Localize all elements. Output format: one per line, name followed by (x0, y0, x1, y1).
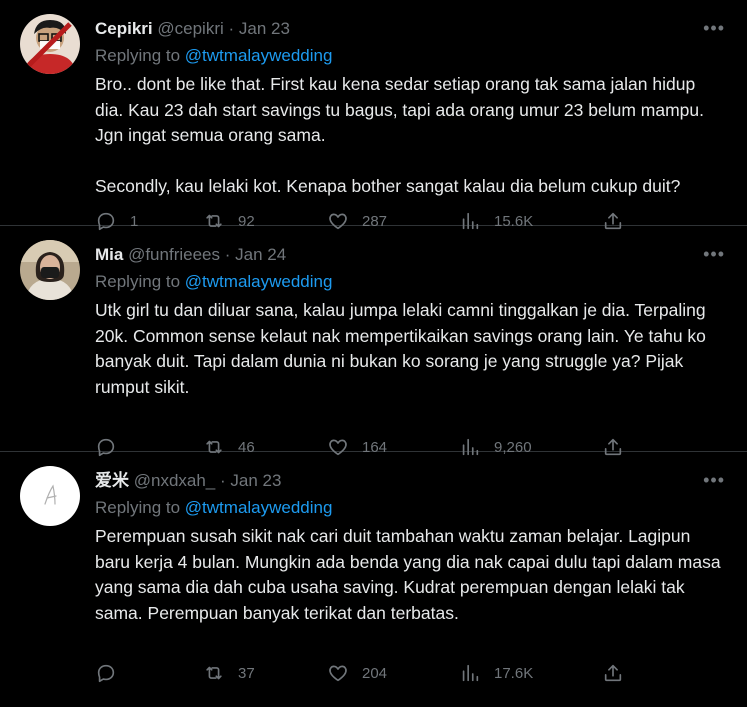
retweet-button[interactable]: 37 (203, 662, 255, 684)
username[interactable]: @funfrieees (128, 245, 220, 264)
replying-to-prefix: Replying to (95, 46, 181, 65)
tweet-paragraph: Perempuan susah sikit nak cari duit tamb… (95, 526, 721, 623)
replying-to-prefix: Replying to (95, 272, 181, 291)
more-icon[interactable]: ••• (703, 18, 725, 39)
tweet-text: Bro.. dont be like that. First kau kena … (95, 72, 725, 199)
tweet-header: Mia @funfrieees · Jan 24 (95, 244, 286, 266)
replying-to-link[interactable]: @twtmalaywedding (185, 46, 333, 65)
tweet-paragraph: Utk girl tu dan diluar sana, kalau jumpa… (95, 300, 706, 397)
replying-to: Replying to @twtmalaywedding (95, 45, 332, 67)
replying-to-prefix: Replying to (95, 498, 181, 517)
retweet-count: 37 (238, 664, 255, 682)
avatar[interactable] (20, 240, 80, 300)
separator: · (220, 471, 226, 490)
tweet-text: Utk girl tu dan diluar sana, kalau jumpa… (95, 298, 725, 400)
tweet-paragraph: Bro.. dont be like that. First kau kena … (95, 74, 704, 145)
separator: · (228, 19, 235, 38)
display-name[interactable]: 爱米 (95, 471, 129, 490)
views-button[interactable]: 17.6K (459, 662, 533, 684)
tweet[interactable]: Mia @funfrieees · Jan 24 ••• Replying to… (0, 226, 747, 457)
retweet-icon (206, 666, 222, 680)
more-icon[interactable]: ••• (703, 470, 725, 491)
tweet-date[interactable]: Jan 24 (235, 245, 286, 264)
comment-icon (97, 664, 115, 683)
tweet[interactable]: Cepikri @cepikri · Jan 23 ••• Replying t… (0, 0, 747, 231)
more-icon[interactable]: ••• (703, 244, 725, 265)
avatar-image (20, 240, 80, 300)
avatar[interactable] (20, 14, 80, 74)
avatar[interactable] (20, 466, 80, 526)
share-icon (604, 664, 622, 682)
tweet-date[interactable]: Jan 23 (239, 19, 290, 38)
display-name[interactable]: Mia (95, 245, 123, 264)
views-icon (462, 664, 479, 682)
tweet-text: Perempuan susah sikit nak cari duit tamb… (95, 524, 725, 626)
heart-icon (329, 665, 347, 682)
tweet-header: Cepikri @cepikri · Jan 23 (95, 18, 290, 40)
tweet-header: 爱米 @nxdxah_ · Jan 23 (95, 470, 281, 492)
share-button[interactable] (602, 662, 637, 684)
display-name[interactable]: Cepikri (95, 19, 153, 38)
replying-to: Replying to @twtmalaywedding (95, 497, 332, 519)
reply-button[interactable] (95, 662, 130, 684)
avatar-image (20, 466, 80, 526)
tweet[interactable]: 爱米 @nxdxah_ · Jan 23 ••• Replying to @tw… (0, 452, 747, 705)
tweet-date[interactable]: Jan 23 (230, 471, 281, 490)
like-count: 204 (362, 664, 388, 682)
replying-to-link[interactable]: @twtmalaywedding (185, 272, 333, 291)
replying-to: Replying to @twtmalaywedding (95, 271, 332, 293)
username[interactable]: @nxdxah_ (134, 471, 216, 490)
views-count: 17.6K (494, 664, 534, 682)
username[interactable]: @cepikri (157, 19, 223, 38)
tweet-actions: 37 204 17.6K (95, 662, 635, 690)
separator: · (224, 245, 231, 264)
like-button[interactable]: 204 (327, 662, 387, 684)
tweet-paragraph: Secondly, kau lelaki kot. Kenapa bother … (95, 175, 681, 196)
replying-to-link[interactable]: @twtmalaywedding (185, 498, 333, 517)
avatar-image (20, 14, 80, 74)
